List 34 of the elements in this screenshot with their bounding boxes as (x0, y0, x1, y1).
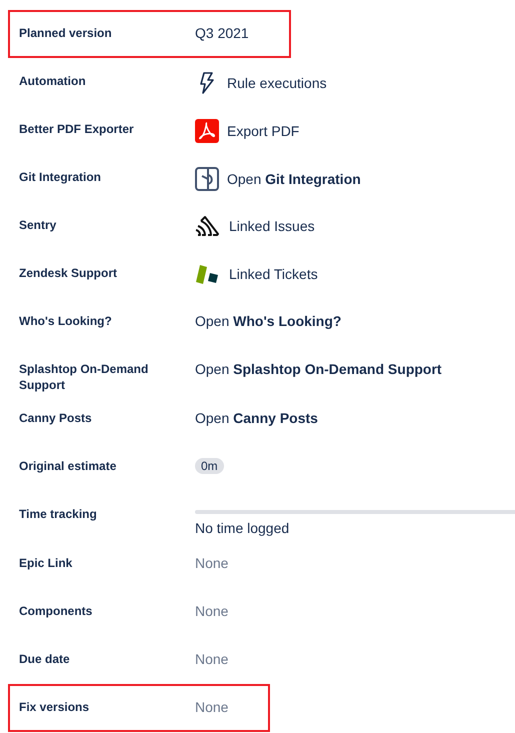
field-link[interactable]: Export PDF (227, 121, 300, 141)
field-label: Planned version (19, 25, 113, 41)
field-value: Q3 2021 (195, 24, 249, 43)
field-link[interactable]: Rule executions (227, 73, 327, 93)
pdf-icon (195, 119, 219, 143)
field-link[interactable]: Linked Issues (229, 216, 315, 236)
field-label: Git Integration (19, 169, 102, 185)
git-icon (195, 167, 219, 191)
field-label: Time tracking (19, 506, 98, 522)
field-link[interactable]: Linked Tickets (229, 264, 318, 284)
field-label: Canny Posts (19, 410, 93, 426)
estimate-badge: 0m (195, 458, 224, 474)
field-link[interactable]: Open Canny Posts (195, 408, 318, 428)
field-link[interactable]: Open Who's Looking? (195, 311, 342, 331)
blocks-icon (195, 263, 221, 285)
field-label: Fix versions (19, 699, 90, 715)
empty-value: None (195, 650, 228, 669)
field-label: Original estimate (19, 458, 118, 474)
field-link[interactable]: Open Git Integration (227, 169, 361, 189)
field-label: Epic Link (19, 555, 74, 571)
empty-value: None (195, 554, 228, 573)
field-label: Sentry (19, 217, 58, 233)
empty-value: None (195, 602, 228, 621)
field-link[interactable]: Open Splashtop On-Demand Support (195, 359, 442, 379)
field-label: Zendesk Support (19, 265, 118, 281)
field-label: Components (19, 603, 94, 619)
empty-value: None (195, 698, 228, 717)
time-tracking-text: No time logged (195, 519, 290, 538)
field-label: Splashtop On-Demand Support (19, 361, 150, 393)
field-label: Due date (19, 651, 71, 667)
field-label: Better PDF Exporter (19, 121, 135, 137)
field-label: Who's Looking? (19, 313, 113, 329)
sentry-icon (195, 215, 221, 237)
field-label: Automation (19, 73, 87, 89)
